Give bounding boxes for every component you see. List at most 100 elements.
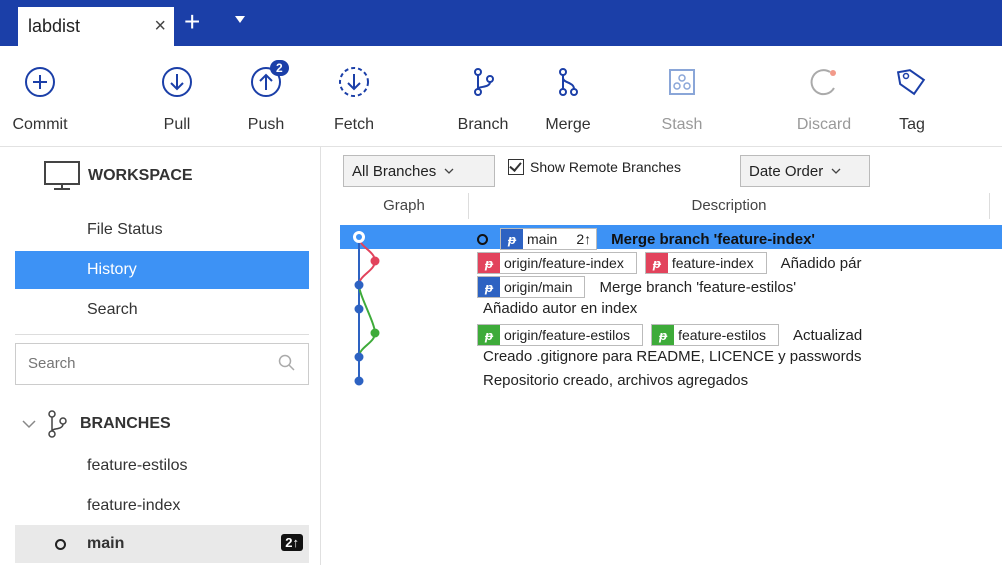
push-label: Push bbox=[247, 116, 285, 133]
commit-node[interactable] bbox=[354, 280, 364, 290]
sidebar-item-label: File Status bbox=[87, 221, 163, 238]
discard-icon bbox=[810, 69, 836, 96]
commit-description: ᵽ main 2↑ Merge branch 'feature-index' bbox=[477, 228, 815, 250]
branch-filter-label: All Branches bbox=[352, 162, 437, 180]
pull-label: Pull bbox=[163, 116, 191, 133]
commit-description: ᵽ origin/feature-estilos ᵽ feature-estilos A… bbox=[477, 324, 862, 346]
branch-icon bbox=[474, 68, 494, 96]
commit-message: Repositorio creado, archivos agregados bbox=[483, 372, 749, 389]
close-tab-icon[interactable]: × bbox=[154, 15, 166, 38]
sidebar-item-label: Search bbox=[87, 301, 138, 318]
show-remote-checkbox[interactable]: Show Remote Branches bbox=[508, 159, 681, 175]
commit-label: Commit bbox=[12, 116, 68, 133]
commit-description: Añadido autor en index bbox=[477, 300, 637, 317]
tag-icon bbox=[896, 69, 926, 96]
branch-tag[interactable]: ᵽ origin/feature-index bbox=[477, 252, 637, 274]
discard-label: Discard bbox=[796, 116, 852, 133]
discard-button[interactable]: Discard bbox=[784, 46, 864, 146]
branch-tag-label: origin/main bbox=[504, 279, 573, 295]
branch-button[interactable]: Branch bbox=[443, 46, 523, 146]
branch-tag[interactable]: ᵽ feature-index bbox=[644, 252, 767, 274]
sidebar-search-input[interactable] bbox=[26, 354, 270, 373]
branch-tag-icon: ᵽ bbox=[501, 229, 523, 249]
column-header-description[interactable]: Description bbox=[469, 193, 990, 219]
branch-label: feature-estilos bbox=[87, 457, 188, 474]
commit-message: Creado .gitignore para README, LICENCE y… bbox=[483, 348, 862, 365]
sidebar: WORKSPACE File Status History Search BRA… bbox=[0, 147, 321, 565]
branch-tag-label: feature-index bbox=[671, 255, 754, 271]
branch-item-main[interactable]: main 2↑ bbox=[15, 525, 309, 563]
title-bar: labdist × + bbox=[0, 0, 1002, 46]
merge-icon bbox=[559, 68, 578, 96]
commit-message: Añadido pár bbox=[780, 254, 862, 272]
commit-row[interactable]: Creado .gitignore para README, LICENCE y… bbox=[340, 345, 1002, 369]
column-header-graph[interactable]: Graph bbox=[340, 193, 469, 219]
merge-button[interactable]: Merge bbox=[528, 46, 608, 146]
sidebar-item-file-status[interactable]: File Status bbox=[15, 211, 309, 249]
fetch-button[interactable]: Fetch bbox=[314, 46, 394, 146]
commit-row[interactable]: ᵽ origin/main Merge branch 'feature-estilo… bbox=[340, 273, 1002, 298]
branch-tag[interactable]: ᵽ origin/main bbox=[477, 276, 586, 298]
branch-tag[interactable]: ᵽ origin/feature-estilos bbox=[477, 324, 644, 346]
push-count-badge: 2 bbox=[270, 60, 289, 76]
branch-icon bbox=[48, 410, 67, 438]
checkbox-checked-icon[interactable] bbox=[508, 159, 524, 175]
new-tab-button[interactable]: + bbox=[184, 8, 200, 36]
stash-icon bbox=[669, 69, 695, 95]
chevron-down-icon[interactable] bbox=[22, 419, 36, 429]
commit-row[interactable]: ᵽ origin/feature-estilos ᵽ feature-estilos A… bbox=[340, 321, 1002, 346]
commit-node[interactable] bbox=[354, 304, 364, 314]
commit-description: ᵽ origin/main Merge branch 'feature-estilo… bbox=[477, 276, 796, 298]
history-panel: All Branches Show Remote Branches Date O… bbox=[340, 147, 1002, 565]
stash-label: Stash bbox=[661, 116, 703, 133]
pull-button[interactable]: Pull bbox=[137, 46, 217, 146]
commit-message: Actualizad bbox=[793, 326, 863, 344]
branch-label: Branch bbox=[457, 116, 509, 133]
commit-row[interactable]: ᵽ origin/feature-index ᵽ feature-index Añadi… bbox=[340, 249, 1002, 274]
branch-label: main bbox=[87, 535, 125, 552]
commit-node[interactable] bbox=[370, 328, 380, 338]
branch-tag[interactable]: ᵽ feature-estilos bbox=[651, 324, 779, 346]
tag-label: Tag bbox=[899, 116, 925, 133]
branch-filter-dropdown[interactable]: All Branches bbox=[343, 155, 495, 187]
sidebar-search-box[interactable] bbox=[15, 343, 309, 385]
sidebar-item-search[interactable]: Search bbox=[15, 291, 309, 329]
commit-row[interactable]: Repositorio creado, archivos agregados bbox=[340, 369, 1002, 393]
commit-row[interactable]: ᵽ main 2↑ Merge branch 'feature-index' bbox=[340, 225, 1002, 250]
tab-dropdown-icon[interactable] bbox=[235, 16, 245, 23]
merge-label: Merge bbox=[545, 116, 591, 133]
toolbar: Commit Pull 2 Push Fetch Branch Merge St… bbox=[0, 46, 1002, 147]
branch-item-feature-estilos[interactable]: feature-estilos bbox=[15, 447, 309, 485]
commit-description: Creado .gitignore para README, LICENCE y… bbox=[477, 348, 862, 365]
current-branch-icon bbox=[55, 539, 66, 550]
commit-message: Añadido autor en index bbox=[483, 300, 638, 317]
push-button[interactable]: 2 Push bbox=[226, 46, 306, 146]
graph-line-feature-estilos bbox=[358, 284, 377, 358]
order-dropdown[interactable]: Date Order bbox=[740, 155, 870, 187]
head-icon bbox=[477, 233, 488, 245]
commit-button[interactable]: Commit bbox=[0, 46, 80, 146]
pull-icon bbox=[162, 67, 192, 97]
branch-tag-label: feature-estilos bbox=[678, 327, 766, 343]
stash-button[interactable]: Stash bbox=[642, 46, 722, 146]
commit-description: ᵽ origin/feature-index ᵽ feature-index Añadi… bbox=[477, 252, 861, 274]
sidebar-item-history[interactable]: History bbox=[15, 251, 309, 289]
commit-node[interactable] bbox=[354, 352, 364, 362]
branch-tag-icon: ᵽ bbox=[652, 325, 675, 345]
commit-node[interactable] bbox=[370, 256, 380, 266]
branch-tag-label: origin/feature-index bbox=[504, 255, 624, 271]
branch-item-feature-index[interactable]: feature-index bbox=[15, 487, 309, 525]
tag-button[interactable]: Tag bbox=[872, 46, 952, 146]
commit-node[interactable] bbox=[354, 376, 364, 386]
branches-header[interactable]: BRANCHES bbox=[22, 409, 171, 439]
chevron-down-icon bbox=[831, 168, 841, 174]
commit-message: Merge branch 'feature-estilos' bbox=[599, 278, 797, 296]
workspace-header[interactable]: WORKSPACE bbox=[44, 161, 193, 191]
commit-graph bbox=[353, 231, 380, 386]
repo-tab[interactable]: labdist × bbox=[18, 7, 174, 46]
commit-row[interactable]: Añadido autor en index bbox=[340, 297, 1002, 321]
repo-tab-label: labdist bbox=[28, 16, 81, 36]
commit-message: Merge branch 'feature-index' bbox=[611, 230, 816, 248]
branch-tag[interactable]: ᵽ main 2↑ bbox=[500, 228, 598, 250]
branch-tag-label: main bbox=[527, 231, 558, 247]
